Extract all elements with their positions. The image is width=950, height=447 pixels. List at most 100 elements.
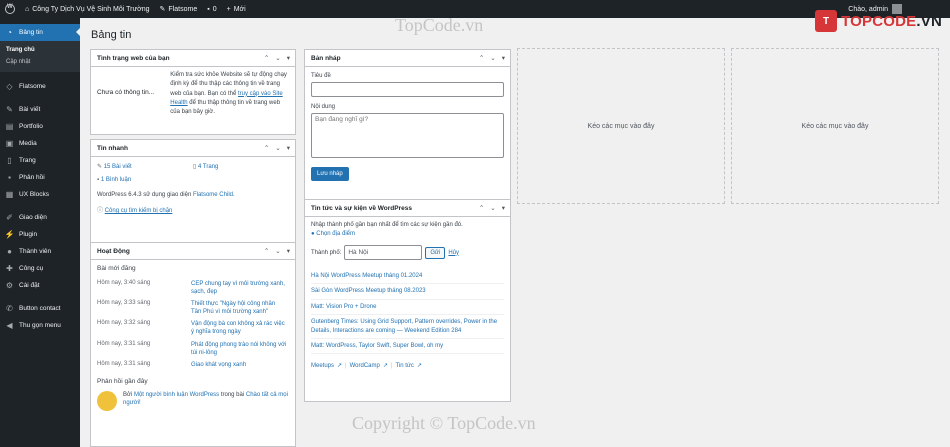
menu-label: Trang xyxy=(19,157,36,164)
wordpress-logo-menu[interactable] xyxy=(0,0,20,18)
chevron-up-icon[interactable]: ⌃ xyxy=(479,54,484,62)
draft-title-label: Tiêu đề xyxy=(311,73,331,79)
admin-menu: ◔ Bảng tin Trang chủ Cập nhật ◇ Flatsome ✎… xyxy=(0,18,80,447)
draft-content-label: Nội dung xyxy=(311,104,336,110)
caret-down-icon[interactable]: ▾ xyxy=(287,54,290,62)
activity-row: Hôm nay, 3:33 sáng Thiết thực "Ngày hội c… xyxy=(97,298,289,318)
caret-down-icon[interactable]: ▾ xyxy=(287,144,290,152)
activity-post-link[interactable]: Thiết thực "Ngày hội công nhân Tân Phú v… xyxy=(191,300,287,316)
activity-date: Hôm nay, 3:31 sáng xyxy=(97,340,151,347)
caret-down-icon[interactable]: ▾ xyxy=(502,204,505,212)
cancel-city-link[interactable]: Hủy xyxy=(448,250,459,256)
empty-drop-zone[interactable]: Kéo các mục vào đây xyxy=(517,48,725,204)
menu-label: Plugin xyxy=(19,231,38,238)
widget-title: Tin tức và sự kiện về WordPress xyxy=(311,204,412,212)
widget-header[interactable]: Bản nháp ⌃ ⌄ ▾ xyxy=(305,50,510,67)
submit-city-button[interactable]: Gửi xyxy=(425,246,446,259)
chevron-up-icon[interactable]: ⌃ xyxy=(479,204,484,212)
save-draft-button[interactable]: Lưu nháp xyxy=(311,167,349,181)
chevron-up-icon[interactable]: ⌃ xyxy=(264,54,269,62)
widget-header[interactable]: Tin nhanh ⌃ ⌄ ▾ xyxy=(91,140,295,157)
widget-header[interactable]: Tin tức và sự kiện về WordPress ⌃ ⌄ ▾ xyxy=(305,200,510,217)
new-content-menu[interactable]: + Mới xyxy=(222,0,251,18)
menu-item-plugins[interactable]: ⚡ Plugin xyxy=(0,226,80,243)
menu-item-tools[interactable]: ✚ Công cụ xyxy=(0,260,80,277)
chevron-up-icon[interactable]: ⌃ xyxy=(264,144,269,152)
location-pin-icon: ● xyxy=(311,231,315,237)
comments-menu[interactable]: ▪ 0 xyxy=(202,0,221,18)
caret-down-icon[interactable]: ▾ xyxy=(287,247,290,255)
draft-title-input[interactable] xyxy=(311,82,504,97)
chevron-down-icon[interactable]: ⌄ xyxy=(275,54,280,62)
comments-count: 0 xyxy=(212,5,217,13)
collapse-menu-button[interactable]: ◀ Thu gọn menu xyxy=(0,317,80,334)
news-item-link[interactable]: Gutenberg Times: Using Grid Support, Pat… xyxy=(311,315,504,339)
theme-menu[interactable]: ✎ Flatsome xyxy=(155,0,203,18)
menu-item-appearance[interactable]: ✐ Giao diện xyxy=(0,209,80,226)
activity-post-link[interactable]: CEP chung tay vì môi trường xanh, sạch, … xyxy=(191,280,287,296)
comment-author-link[interactable]: Một người bình luận WordPress xyxy=(134,392,219,398)
wordcamp-link[interactable]: WordCamp xyxy=(350,363,380,369)
menu-item-users[interactable]: ● Thành viên xyxy=(0,243,80,260)
menu-item-posts[interactable]: ✎ Bài viết xyxy=(0,101,80,118)
submenu-home[interactable]: Trang chủ xyxy=(0,44,80,56)
menu-item-settings[interactable]: ⚙ Cài đặt xyxy=(0,277,80,294)
chevron-up-icon[interactable]: ⌃ xyxy=(264,247,269,255)
posts-count-link[interactable]: 15 Bài viết xyxy=(104,164,132,170)
comment-icon: ▪ xyxy=(97,177,100,183)
menu-label: Công cụ xyxy=(19,265,44,272)
choose-location-link[interactable]: Chọn địa điểm xyxy=(316,231,355,237)
menu-item-flatsome[interactable]: ◇ Flatsome xyxy=(0,78,80,95)
media-icon: ▣ xyxy=(5,139,14,148)
user-icon: ● xyxy=(7,247,12,256)
draft-content-textarea[interactable] xyxy=(311,113,504,158)
comment-icon: ▪ xyxy=(207,5,210,13)
menu-label: Cài đặt xyxy=(19,282,40,289)
menu-item-portfolio[interactable]: ▤ Portfolio xyxy=(0,118,80,135)
pages-count-link[interactable]: 4 Trang xyxy=(198,164,218,170)
news-item-link[interactable]: Hà Nội WordPress Meetup tháng 01.2024 xyxy=(311,269,504,285)
news-item-link[interactable]: Sài Gòn WordPress Meetup tháng 08.2023 xyxy=(311,284,504,300)
logo-text: TOPCODE.VN xyxy=(841,13,942,30)
menu-item-dashboard[interactable]: ◔ Bảng tin xyxy=(0,24,80,41)
wrench-icon: ✚ xyxy=(6,264,13,273)
widget-header[interactable]: Tình trạng web của bạn ⌃ ⌄ ▾ xyxy=(91,50,295,67)
chevron-down-icon[interactable]: ⌄ xyxy=(275,144,280,152)
activity-post-link[interactable]: Phát động phong trào nói không với túi n… xyxy=(191,341,287,357)
blocks-icon: ▦ xyxy=(5,190,14,199)
news-link[interactable]: Tin tức xyxy=(395,363,413,369)
comment-mid: trong bài xyxy=(220,391,245,398)
caret-down-icon[interactable]: ▾ xyxy=(502,54,505,62)
menu-item-button-contact[interactable]: ✆ Button contact xyxy=(0,300,80,317)
menu-item-media[interactable]: ▣ Media xyxy=(0,135,80,152)
widget-header[interactable]: Hoạt Động ⌃ ⌄ ▾ xyxy=(91,243,295,260)
news-item-link[interactable]: Matt: WordPress, Taylor Swift, Super Bow… xyxy=(311,339,504,355)
pin-icon: ✎ xyxy=(6,105,13,114)
site-name-menu[interactable]: ⌂ Công Ty Dịch Vụ Vệ Sinh Môi Trường xyxy=(20,0,155,18)
search-engine-link[interactable]: Công cụ tìm kiếm bị chặn xyxy=(105,208,173,214)
chevron-down-icon[interactable]: ⌄ xyxy=(490,54,495,62)
theme-link[interactable]: Flatsome Child xyxy=(193,192,233,198)
meetups-link[interactable]: Meetups xyxy=(311,363,334,369)
page-title: Bảng tin xyxy=(91,29,132,41)
comments-count-link[interactable]: 1 Bình luận xyxy=(101,177,131,183)
news-item-link[interactable]: Matt: Vision Pro + Drone xyxy=(311,300,504,316)
theme-icon: ✎ xyxy=(159,6,166,13)
activity-post-link[interactable]: Giao khát vọng xanh xyxy=(191,361,287,369)
empty-drop-zone[interactable]: Kéo các mục vào đây xyxy=(731,48,939,204)
health-status: Chưa có thông tin... xyxy=(97,89,155,96)
menu-item-comments[interactable]: ▪ Phản hồi xyxy=(0,169,80,186)
activity-date: Hôm nay, 3:40 sáng xyxy=(97,280,151,286)
chevron-down-icon[interactable]: ⌄ xyxy=(490,204,495,212)
phone-icon: ✆ xyxy=(6,304,13,313)
city-input[interactable] xyxy=(344,245,423,260)
topcode-logo: T TOPCODE.VN xyxy=(815,10,942,32)
menu-item-pages[interactable]: ▯ Trang xyxy=(0,152,80,169)
activity-post-link[interactable]: Vận động bà con không xả rác việc ý nghĩ… xyxy=(191,320,287,336)
submenu-updates[interactable]: Cập nhật xyxy=(0,56,80,68)
new-label: Mới xyxy=(233,5,246,13)
events-footer: Meetups ↗ | WordCamp ↗ | Tin tức ↗ xyxy=(311,362,422,370)
menu-item-ux-blocks[interactable]: ▦ UX Blocks xyxy=(0,186,80,203)
chevron-down-icon[interactable]: ⌄ xyxy=(275,247,280,255)
menu-label: UX Blocks xyxy=(19,191,49,198)
